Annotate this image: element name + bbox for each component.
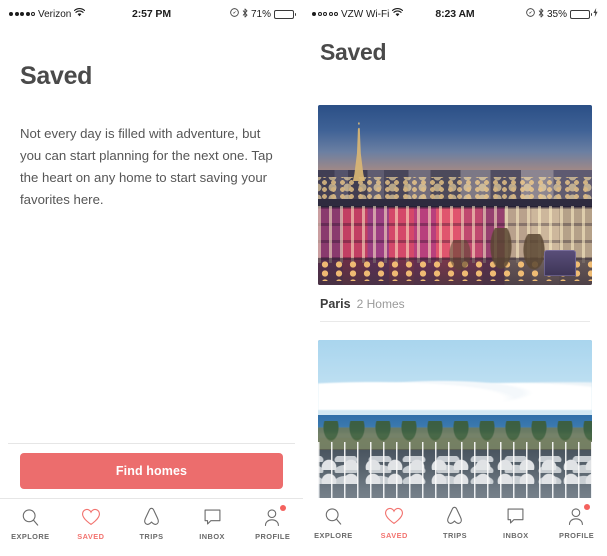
search-icon xyxy=(21,506,40,528)
street-tree xyxy=(446,240,473,275)
page-title: Saved xyxy=(20,62,93,90)
saved-card-marina[interactable] xyxy=(303,340,607,515)
cta-divider xyxy=(8,443,295,444)
card-spacer xyxy=(303,322,607,340)
tab-trips[interactable]: TRIPS xyxy=(121,506,182,541)
person-icon xyxy=(263,505,287,528)
paris-dusk-cityscape-photo[interactable] xyxy=(318,105,592,285)
marina-clouds-layer xyxy=(318,371,592,410)
location-arrow-icon xyxy=(526,8,535,20)
tab-label-saved: SAVED xyxy=(380,531,408,540)
status-bar: VZW Wi-Fi 8:23 AM 35% xyxy=(303,0,607,22)
speech-bubble-icon xyxy=(203,506,222,528)
street-tree xyxy=(487,228,514,275)
battery-icon xyxy=(570,9,592,19)
bluetooth-icon xyxy=(538,8,544,21)
tab-label-explore: EXPLORE xyxy=(11,532,50,541)
tab-label-trips: TRIPS xyxy=(139,532,164,541)
lightning-bolt-icon xyxy=(593,8,598,20)
bluetooth-icon xyxy=(242,8,248,21)
city-name-label: Paris xyxy=(320,297,351,311)
airbnb-belo-icon xyxy=(445,505,464,527)
page-title: Saved xyxy=(320,39,387,65)
heart-icon xyxy=(81,506,101,528)
tab-trips[interactable]: TRIPS xyxy=(425,505,486,540)
status-bar: Verizon 2:57 PM 71% xyxy=(0,0,303,22)
saved-collection-list: Paris 2 Homes xyxy=(303,105,607,515)
status-bar-right: 71% xyxy=(230,8,296,21)
battery-percent-label: 35% xyxy=(546,8,567,20)
screen-saved-list: VZW Wi-Fi 8:23 AM 35% Saved Paris 2 Home… xyxy=(303,0,607,556)
tab-bar: EXPLORE SAVED TRIPS INBOX PROFILE xyxy=(303,498,607,556)
tab-label-inbox: INBOX xyxy=(502,531,529,540)
search-icon xyxy=(324,505,343,527)
tab-bar: EXPLORE SAVED TRIPS INBOX PROFILE xyxy=(0,498,303,556)
tab-profile[interactable]: PROFILE xyxy=(546,504,607,540)
tab-inbox[interactable]: INBOX xyxy=(485,505,546,540)
screenshot-root: Verizon 2:57 PM 71% Saved Not every day … xyxy=(0,0,607,556)
heart-icon xyxy=(384,505,404,527)
tab-label-profile: PROFILE xyxy=(558,531,595,540)
homes-count-label: 2 Homes xyxy=(356,297,405,311)
tab-label-trips: TRIPS xyxy=(442,531,467,540)
tab-label-profile: PROFILE xyxy=(255,532,291,541)
street-tree xyxy=(520,234,547,275)
tab-profile[interactable]: PROFILE xyxy=(242,505,303,541)
tab-saved[interactable]: SAVED xyxy=(364,505,425,540)
tab-explore[interactable]: EXPLORE xyxy=(303,505,364,540)
profile-notification-badge xyxy=(584,504,591,510)
saved-card-paris[interactable]: Paris 2 Homes xyxy=(303,105,607,322)
battery-percent-label: 71% xyxy=(250,8,271,20)
tab-label-saved: SAVED xyxy=(77,532,105,541)
screen-saved-empty: Verizon 2:57 PM 71% Saved Not every day … xyxy=(0,0,303,556)
saved-card-meta: Paris 2 Homes xyxy=(320,297,590,311)
empty-state-message: Not every day is filled with adventure, … xyxy=(20,126,273,207)
tab-label-explore: EXPLORE xyxy=(314,531,353,540)
location-arrow-icon xyxy=(230,8,239,20)
marina-harbor-photo[interactable] xyxy=(318,340,592,515)
speech-bubble-icon xyxy=(506,505,525,527)
battery-icon xyxy=(274,9,296,19)
airbnb-belo-icon xyxy=(142,506,161,528)
tab-saved[interactable]: SAVED xyxy=(61,506,122,541)
profile-notification-badge xyxy=(280,505,287,511)
tab-label-inbox: INBOX xyxy=(199,532,225,541)
tab-inbox[interactable]: INBOX xyxy=(182,506,243,541)
find-homes-button[interactable]: Find homes xyxy=(20,453,283,489)
person-icon xyxy=(567,504,591,527)
tab-explore[interactable]: EXPLORE xyxy=(0,506,61,541)
street-kiosk xyxy=(543,250,576,276)
status-bar-right: 35% xyxy=(526,8,598,21)
